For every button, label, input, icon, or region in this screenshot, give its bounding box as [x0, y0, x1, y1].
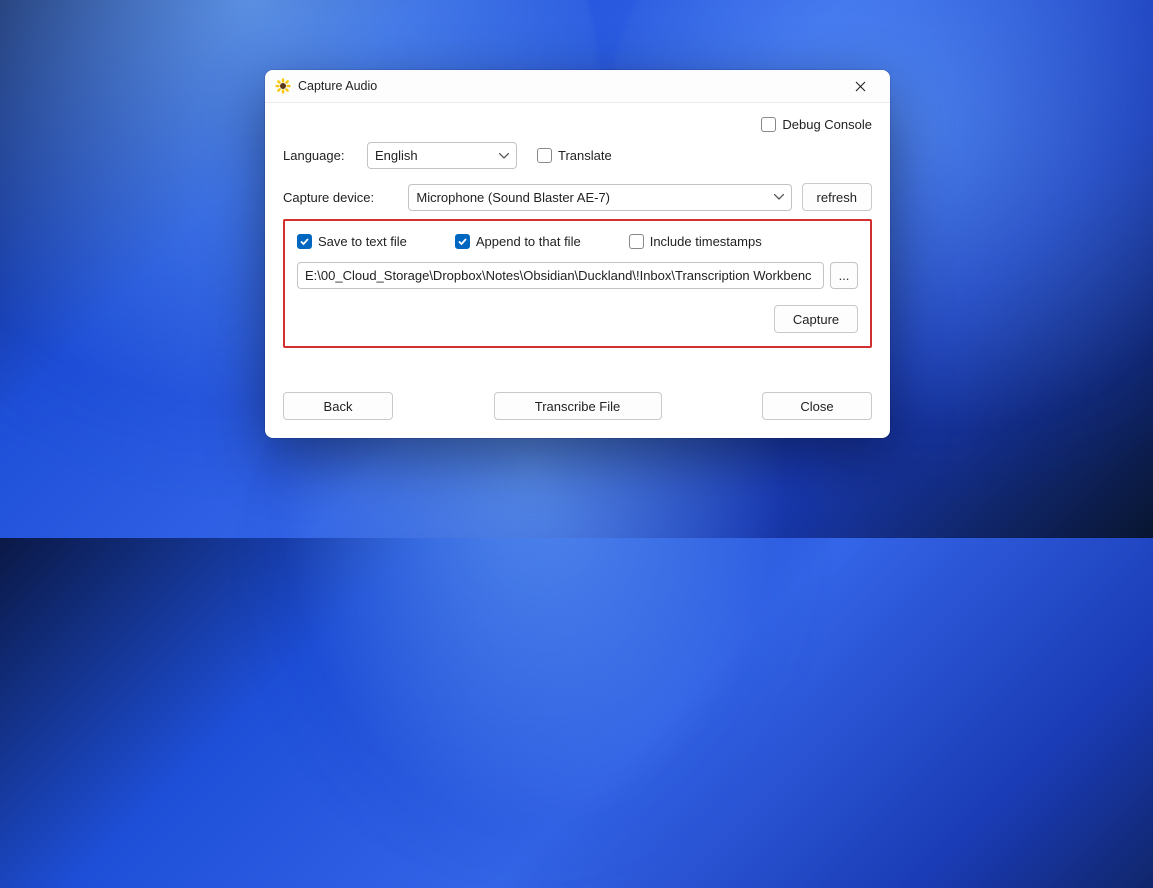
output-path-input[interactable]: [297, 262, 824, 289]
debug-console-label: Debug Console: [782, 117, 872, 132]
language-select[interactable]: English: [367, 142, 517, 169]
checkbox-icon: [297, 234, 312, 249]
window-title: Capture Audio: [298, 79, 838, 93]
translate-label: Translate: [558, 148, 612, 163]
checkbox-icon: [455, 234, 470, 249]
capture-audio-dialog: Capture Audio Debug Console Language: En…: [265, 70, 890, 438]
back-button[interactable]: Back: [283, 392, 393, 420]
close-icon: [855, 81, 866, 92]
translate-checkbox[interactable]: Translate: [537, 148, 612, 163]
transcribe-file-button[interactable]: Transcribe File: [494, 392, 662, 420]
sunflower-icon: [275, 78, 291, 94]
save-to-file-label: Save to text file: [318, 234, 407, 249]
save-to-file-checkbox[interactable]: Save to text file: [297, 234, 407, 249]
window-close-button[interactable]: [838, 71, 882, 101]
language-label: Language:: [283, 148, 367, 163]
dialog-content: Debug Console Language: English Translat…: [265, 103, 890, 438]
capture-device-select[interactable]: Microphone (Sound Blaster AE-7): [408, 184, 791, 211]
checkbox-icon: [629, 234, 644, 249]
capture-device-label: Capture device:: [283, 190, 408, 205]
include-timestamps-label: Include timestamps: [650, 234, 762, 249]
close-button[interactable]: Close: [762, 392, 872, 420]
checkbox-icon: [537, 148, 552, 163]
capture-button[interactable]: Capture: [774, 305, 858, 333]
browse-path-button[interactable]: ...: [830, 262, 858, 289]
append-to-file-checkbox[interactable]: Append to that file: [455, 234, 581, 249]
checkbox-icon: [761, 117, 776, 132]
include-timestamps-checkbox[interactable]: Include timestamps: [629, 234, 762, 249]
refresh-button[interactable]: refresh: [802, 183, 872, 211]
debug-console-checkbox[interactable]: Debug Console: [761, 117, 872, 132]
titlebar: Capture Audio: [265, 70, 890, 103]
append-to-file-label: Append to that file: [476, 234, 581, 249]
save-options-panel: Save to text file Append to that file In…: [283, 219, 872, 348]
